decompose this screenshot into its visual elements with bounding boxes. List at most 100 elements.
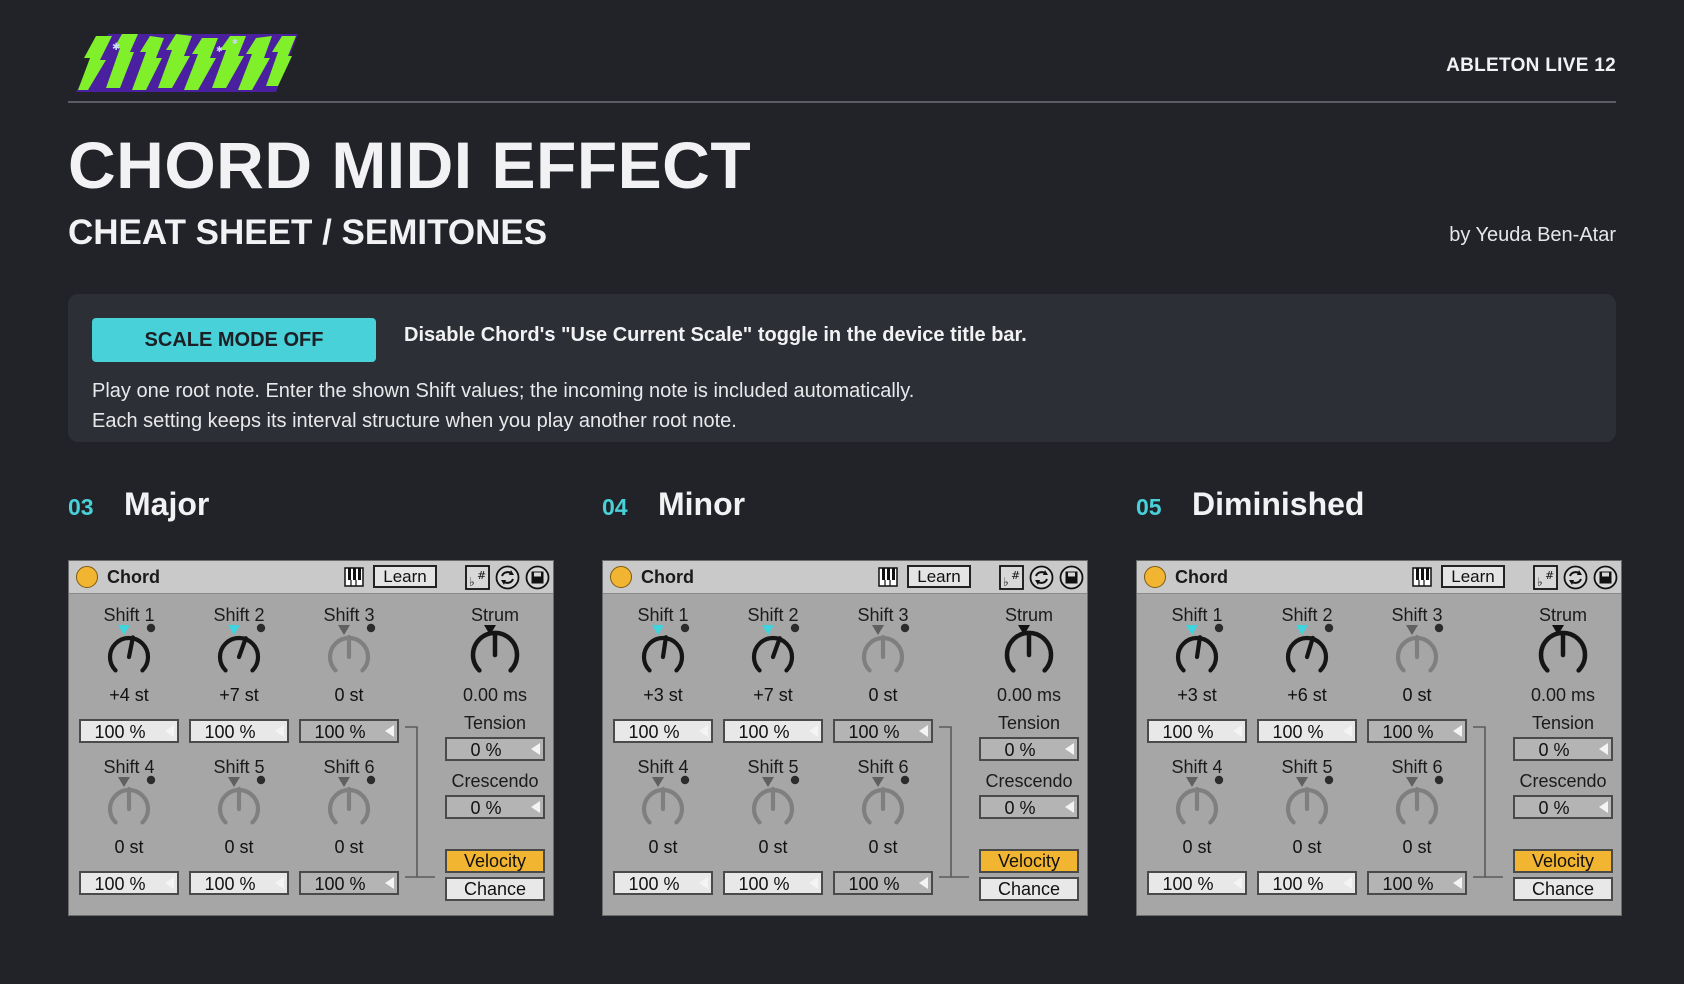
shift-velocity-field[interactable]: 100 %	[1147, 719, 1247, 743]
svg-text:#: #	[477, 569, 486, 582]
tension-value: 0 %	[1538, 740, 1570, 760]
shift-knob[interactable]	[1389, 621, 1445, 681]
shift-velocity-field[interactable]: 100 %	[1257, 871, 1357, 895]
tension-value: 0 %	[1004, 740, 1036, 760]
field-arrow-icon	[165, 725, 174, 737]
shift-knob[interactable]	[1389, 773, 1445, 833]
learn-button[interactable]: Learn	[1441, 565, 1505, 588]
shift-knob[interactable]	[211, 773, 267, 833]
chord-section-diminished: 05 Diminished Chord Learn ♭ # Shift 1 +3 st 100 …	[1136, 484, 1624, 924]
shift-knob[interactable]	[321, 773, 377, 833]
piano-keys-icon[interactable]	[878, 567, 898, 587]
scale-sharp-flat-icon[interactable]: ♭ #	[1533, 565, 1558, 590]
shift-knob[interactable]	[1169, 621, 1225, 681]
shift-velocity-field[interactable]: 100 %	[613, 871, 713, 895]
crescendo-value: 0 %	[470, 798, 502, 818]
field-arrow-icon	[385, 725, 394, 737]
shift-knob[interactable]	[321, 621, 377, 681]
shift-velocity-field[interactable]: 100 %	[833, 719, 933, 743]
shift-knob[interactable]	[855, 773, 911, 833]
learn-button[interactable]: Learn	[907, 565, 971, 588]
shift-value: +3 st	[1177, 685, 1217, 705]
shift-velocity-field[interactable]: 100 %	[189, 719, 289, 743]
tension-field[interactable]: 0 %	[1513, 737, 1613, 761]
shift-knob[interactable]	[745, 773, 801, 833]
page-title: CHORD MIDI EFFECT	[68, 128, 752, 202]
save-preset-icon[interactable]	[1593, 565, 1618, 590]
section-title: Minor	[658, 486, 746, 522]
device-power-button[interactable]	[76, 566, 98, 588]
shift-knob[interactable]	[635, 621, 691, 681]
field-arrow-icon	[1343, 877, 1352, 889]
velocity-toggle[interactable]: Velocity	[445, 849, 545, 873]
shift-knob[interactable]	[101, 773, 157, 833]
shift-value: 0 st	[1402, 837, 1432, 857]
tension-field[interactable]: 0 %	[979, 737, 1079, 761]
shift-knob[interactable]	[1279, 773, 1335, 833]
shift-velocity-field[interactable]: 100 %	[299, 719, 399, 743]
shift-velocity-field[interactable]: 100 %	[1257, 719, 1357, 743]
device-name: Chord	[1175, 567, 1228, 587]
hot-swap-icon[interactable]	[1563, 565, 1588, 590]
chord-device: Chord Learn ♭ # Shift 1 +4 st 100 % Shift 2 +7 s…	[68, 560, 554, 916]
chance-toggle[interactable]: Chance	[445, 877, 545, 901]
shift-velocity-field[interactable]: 100 %	[189, 871, 289, 895]
chance-toggle[interactable]: Chance	[1513, 877, 1613, 901]
crescendo-field[interactable]: 0 %	[979, 795, 1079, 819]
device-power-button[interactable]	[1144, 566, 1166, 588]
strum-knob[interactable]	[1535, 621, 1591, 681]
chance-toggle[interactable]: Chance	[979, 877, 1079, 901]
device-power-button[interactable]	[610, 566, 632, 588]
velocity-toggle[interactable]: Velocity	[1513, 849, 1613, 873]
field-arrow-icon	[275, 877, 284, 889]
shift-velocity-field[interactable]: 100 %	[1147, 871, 1247, 895]
hot-swap-icon[interactable]	[1029, 565, 1054, 590]
shift-value: 0 st	[334, 685, 364, 705]
shift-knob[interactable]	[101, 621, 157, 681]
save-preset-icon[interactable]	[1059, 565, 1084, 590]
tension-field[interactable]: 0 %	[445, 737, 545, 761]
velocity-toggle[interactable]: Velocity	[979, 849, 1079, 873]
svg-text:#: #	[1011, 569, 1020, 582]
device-title-bar: Chord Learn ♭ #	[603, 561, 1087, 594]
scale-sharp-flat-icon[interactable]: ♭ #	[999, 565, 1024, 590]
strum-knob[interactable]	[467, 621, 523, 681]
shift-knob[interactable]	[1279, 621, 1335, 681]
strum-knob[interactable]	[1001, 621, 1057, 681]
save-preset-icon[interactable]	[525, 565, 550, 590]
shift-knob[interactable]	[635, 773, 691, 833]
mode-bracket	[405, 726, 435, 878]
shift-velocity-field[interactable]: 100 %	[1367, 871, 1467, 895]
shift-velocity-field[interactable]: 100 %	[723, 871, 823, 895]
shift-knob[interactable]	[1169, 773, 1225, 833]
shift-knob[interactable]	[211, 621, 267, 681]
shift-value: 0 st	[1292, 837, 1322, 857]
field-arrow-icon	[275, 725, 284, 737]
crescendo-field[interactable]: 0 %	[445, 795, 545, 819]
shift-velocity-field[interactable]: 100 %	[833, 871, 933, 895]
hot-swap-icon[interactable]	[495, 565, 520, 590]
field-arrow-icon	[919, 877, 928, 889]
shift-velocity-field[interactable]: 100 %	[1367, 719, 1467, 743]
shift-velocity-field[interactable]: 100 %	[613, 719, 713, 743]
crescendo-value: 0 %	[1004, 798, 1036, 818]
learn-button[interactable]: Learn	[373, 565, 437, 588]
device-title-bar: Chord Learn ♭ #	[69, 561, 553, 594]
chord-section-major: 03 Major Chord Learn ♭ # Shift 1 +4 st 100 % Shif…	[68, 484, 556, 924]
author-credit: by Yeuda Ben-Atar	[1449, 224, 1616, 246]
shift-velocity-field[interactable]: 100 %	[79, 719, 179, 743]
shift-knob[interactable]	[745, 621, 801, 681]
shift-velocity-field[interactable]: 100 %	[79, 871, 179, 895]
scale-sharp-flat-icon[interactable]: ♭ #	[465, 565, 490, 590]
shift-velocity-field[interactable]: 100 %	[299, 871, 399, 895]
shift-knob[interactable]	[855, 621, 911, 681]
piano-keys-icon[interactable]	[344, 567, 364, 587]
shift-value: +3 st	[643, 685, 683, 705]
piano-keys-icon[interactable]	[1412, 567, 1432, 587]
velocity-value: 100 %	[628, 874, 680, 894]
device-title-bar: Chord Learn ♭ #	[1137, 561, 1621, 594]
crescendo-field[interactable]: 0 %	[1513, 795, 1613, 819]
device-name: Chord	[641, 567, 694, 587]
crescendo-value: 0 %	[1538, 798, 1570, 818]
shift-velocity-field[interactable]: 100 %	[723, 719, 823, 743]
